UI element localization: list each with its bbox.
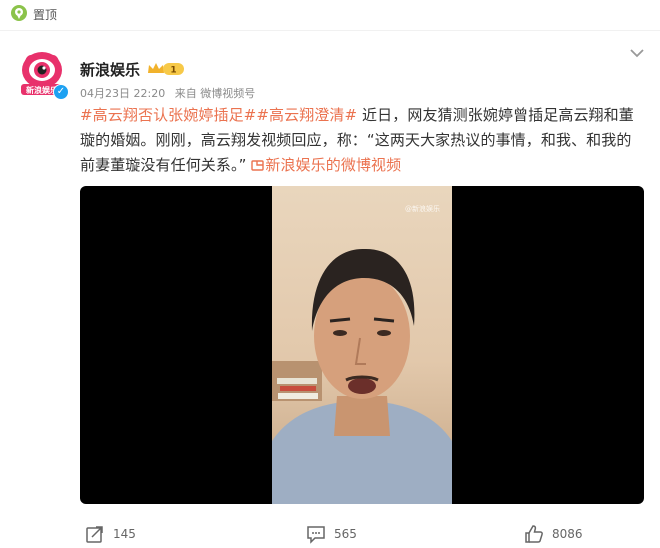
comment-icon	[307, 526, 325, 544]
pin-label: 置顶	[33, 8, 58, 22]
vip-badge-level: 1	[170, 66, 176, 76]
repost-count: 145	[113, 527, 136, 541]
video-link[interactable]: 新浪娱乐的微博视频	[251, 156, 401, 174]
video-link-icon	[251, 160, 265, 171]
verified-icon: ✓	[53, 84, 69, 100]
video-frame: @新浪娱乐	[272, 186, 452, 504]
post-meta: 04月23日 22:20 来自 微博视频号	[80, 85, 261, 101]
vip-crown-icon[interactable]: 1	[146, 61, 186, 77]
post-text: #高云翔否认张婉婷插足##高云翔澄清# 近日，网友猜测张婉婷曾插足高云翔和董璇的…	[80, 103, 645, 178]
thumbs-up-icon	[525, 525, 543, 543]
chevron-down-icon[interactable]	[629, 47, 645, 59]
divider	[0, 30, 660, 31]
pin-location-icon	[11, 5, 27, 21]
share-icon	[86, 526, 103, 543]
video-player[interactable]: @新浪娱乐	[80, 186, 644, 504]
pin-bar: 置顶	[0, 0, 660, 30]
video-link-label: 新浪娱乐的微博视频	[265, 156, 402, 174]
action-bar: 145 565 8086	[0, 516, 660, 548]
video-watermark: @新浪娱乐	[405, 205, 440, 213]
like-count: 8086	[552, 527, 583, 541]
author-name[interactable]: 新浪娱乐	[80, 59, 140, 80]
post-date[interactable]: 04月23日 22:20	[80, 87, 165, 100]
video-person	[272, 248, 452, 504]
comment-count: 565	[334, 527, 357, 541]
hashtag-link[interactable]: #高云翔澄清#	[256, 106, 357, 124]
post-source: 来自 微博视频号	[174, 87, 256, 100]
hashtag-link[interactable]: #高云翔否认张婉婷插足#	[80, 106, 256, 124]
